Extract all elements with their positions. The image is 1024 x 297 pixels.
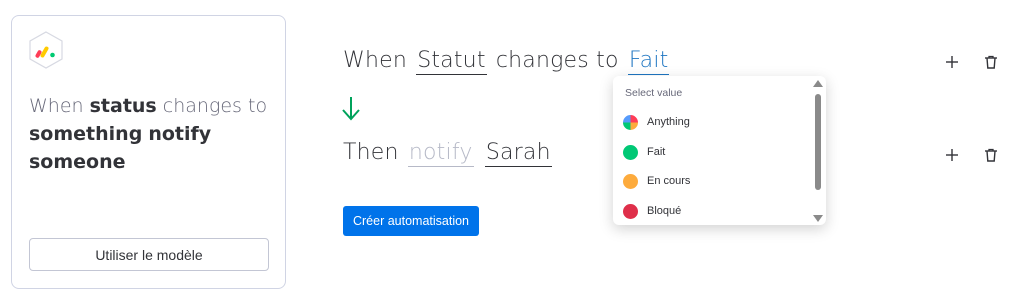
dropdown-option-anything[interactable]: Anything bbox=[623, 111, 690, 133]
status-value-dropdown[interactable]: Select value Anything Fait En cours Bloq… bbox=[613, 76, 826, 225]
action-then: Then bbox=[343, 140, 399, 165]
dropdown-option-en-cours[interactable]: En cours bbox=[623, 170, 690, 192]
option-label: En cours bbox=[647, 175, 691, 187]
dropdown-option-bloque[interactable]: Bloqué bbox=[623, 200, 681, 222]
option-label: Bloqué bbox=[647, 205, 682, 217]
monday-logo-icon bbox=[29, 31, 63, 69]
card-text-status: status bbox=[89, 95, 157, 117]
plus-icon[interactable] bbox=[943, 146, 961, 164]
trigger-value-field[interactable]: Fait bbox=[627, 48, 670, 75]
trigger-column-field[interactable]: Statut bbox=[416, 48, 487, 75]
status-dot-icon bbox=[623, 144, 638, 160]
trash-icon[interactable] bbox=[982, 146, 1000, 164]
trigger-changes-to: changes to bbox=[495, 48, 619, 73]
action-person-field[interactable]: Sarah bbox=[484, 140, 552, 167]
arrow-down-icon bbox=[342, 97, 360, 121]
action-verb-field[interactable]: notify bbox=[407, 140, 474, 167]
action-sentence: Then notify Sarah bbox=[343, 140, 554, 167]
card-text-changes-to: changes to bbox=[162, 95, 268, 117]
multicolor-dot-icon bbox=[623, 114, 638, 130]
template-description: When status changes to something notify … bbox=[29, 92, 279, 176]
option-label: Fait bbox=[647, 146, 666, 158]
card-text-when: When bbox=[29, 95, 84, 117]
status-dot-icon bbox=[623, 203, 638, 219]
scroll-up-arrow-icon[interactable] bbox=[813, 80, 823, 87]
trigger-sentence: When Statut changes to Fait bbox=[343, 48, 671, 75]
dropdown-option-fait[interactable]: Fait bbox=[623, 141, 665, 163]
create-automation-button[interactable]: Créer automatisation bbox=[343, 206, 479, 236]
template-card[interactable]: When status changes to something notify … bbox=[11, 15, 286, 289]
card-text-someone: someone bbox=[29, 151, 126, 173]
use-template-button[interactable]: Utiliser le modèle bbox=[29, 238, 269, 271]
dropdown-scrollbar[interactable] bbox=[813, 80, 823, 222]
option-label: Anything bbox=[647, 116, 690, 128]
scroll-down-arrow-icon[interactable] bbox=[813, 215, 823, 222]
card-text-something: something bbox=[29, 123, 143, 145]
plus-icon[interactable] bbox=[943, 53, 961, 71]
trigger-when: When bbox=[343, 48, 407, 73]
scrollbar-thumb[interactable] bbox=[815, 94, 821, 190]
status-dot-icon bbox=[623, 173, 638, 189]
dropdown-header: Select value bbox=[625, 87, 683, 99]
card-text-notify: notify bbox=[148, 123, 212, 145]
trash-icon[interactable] bbox=[982, 53, 1000, 71]
